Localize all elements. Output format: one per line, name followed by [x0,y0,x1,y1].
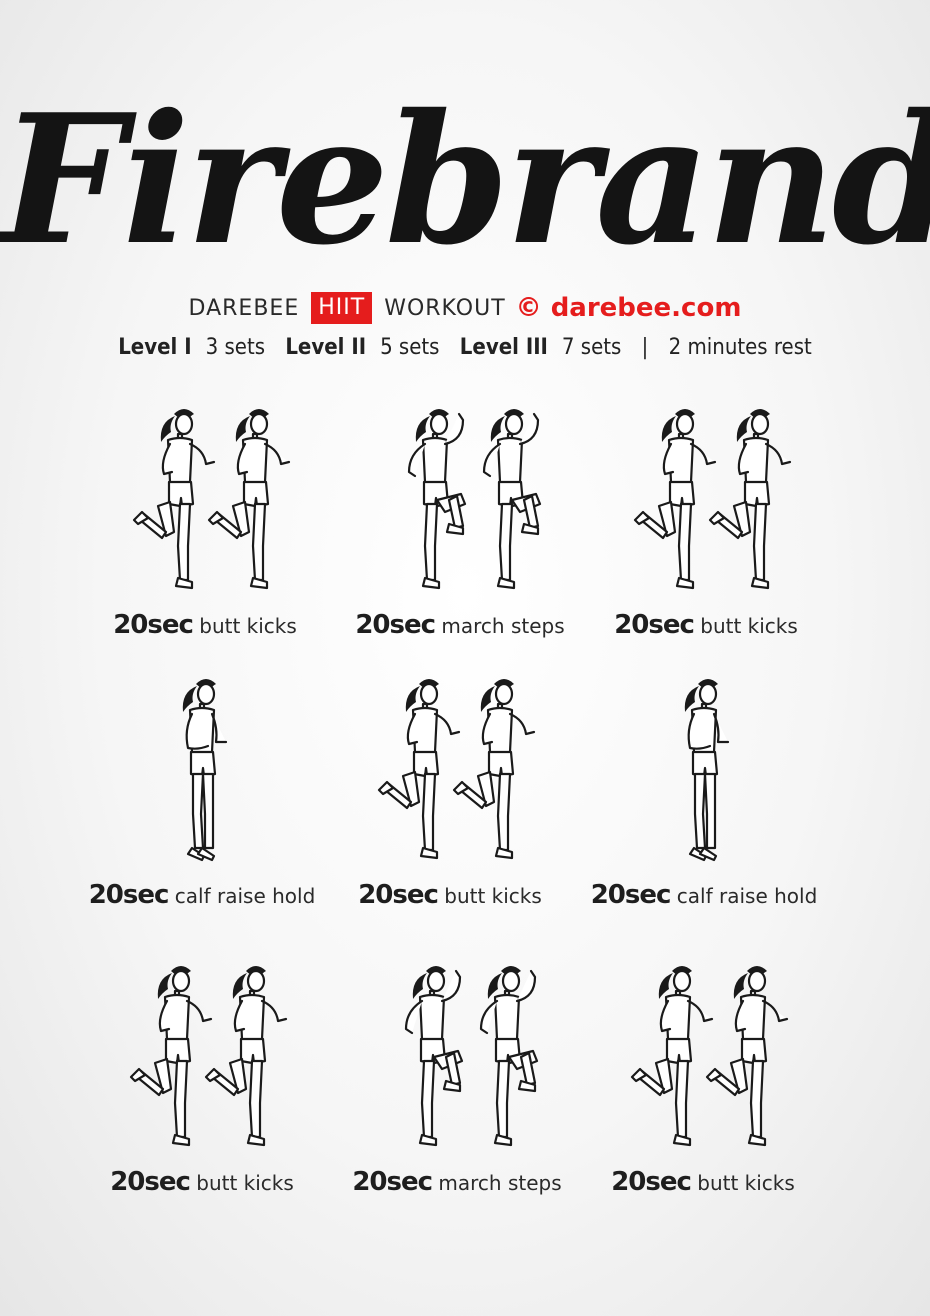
exercise-caption: 20sec butt kicks [556,610,856,640]
level-1-sets: 3 sets [205,335,266,360]
exercise-duration: 20sec [88,880,170,910]
level-2-sets: 5 sets [380,335,440,360]
level-1-name: Level I [118,335,192,360]
exercise-duration: 20sec [590,880,672,910]
exercise-name: calf raise hold [676,884,818,908]
exercise-duration: 20sec [113,610,194,640]
exercise-name: march steps [438,1171,562,1195]
figure-butt-kicks [633,409,792,590]
workout-title: Firebrand [0,75,930,284]
exercise-card: 20sec butt kicks [553,957,853,1207]
level-2-name: Level II [285,335,367,360]
levels-line: Level I 3 sets Level II 5 sets Level III 7 … [0,335,930,360]
figure-butt-kicks [630,966,789,1147]
brand-workout-label: WORKOUT [384,295,506,321]
hiit-badge: HIIT [311,292,373,324]
exercise-name: butt kicks [700,614,798,638]
figure-calf-raise-hold [684,679,730,862]
rest-time: 2 minutes rest [668,335,812,360]
exercise-card: 20sec calf raise hold [554,670,854,920]
exercise-duration: 20sec [110,1167,191,1197]
exercise-name: butt kicks [697,1171,795,1195]
exercise-name: calf raise hold [174,884,316,908]
exercise-card: 20sec butt kicks [556,400,856,650]
exercise-name: march steps [441,614,565,638]
exercise-name: butt kicks [196,1171,294,1195]
exercise-duration: 20sec [352,1167,433,1197]
levels-separator: | [641,335,649,360]
exercise-caption: 20sec butt kicks [553,1167,853,1197]
exercise-duration: 20sec [611,1167,692,1197]
exercise-caption: 20sec calf raise hold [554,880,854,910]
exercise-duration: 20sec [358,880,439,910]
exercise-duration: 20sec [614,610,695,640]
level-3-name: Level III [459,335,548,360]
exercise-duration: 20sec [355,610,436,640]
exercise-name: butt kicks [199,614,297,638]
brand-line: DAREBEE HIIT WORKOUT © darebee.com [0,292,930,324]
brand-name: DAREBEE [188,295,300,321]
level-3-sets: 7 sets [561,335,622,360]
exercise-name: butt kicks [444,884,542,908]
copyright-link[interactable]: © darebee.com [516,293,742,323]
